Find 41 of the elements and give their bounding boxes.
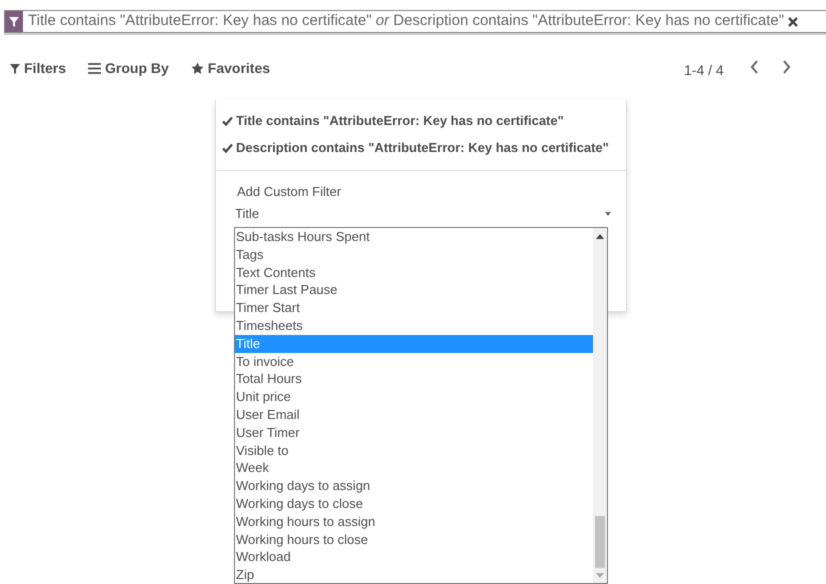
field-option[interactable]: Tags xyxy=(235,246,593,264)
search-bar[interactable]: Title contains "AttributeError: Key has no certificate" or Description contains "AttributeError: Key has no certificate" xyxy=(4,10,826,33)
field-option[interactable]: User Email xyxy=(235,406,593,424)
field-option[interactable]: Working days to assign xyxy=(235,477,593,495)
close-icon[interactable] xyxy=(788,16,798,26)
star-icon xyxy=(190,62,204,75)
field-option[interactable]: Total Hours xyxy=(235,370,593,388)
field-option[interactable]: Sub-tasks Hours Spent xyxy=(235,228,593,246)
field-option[interactable]: Workload xyxy=(235,548,593,566)
field-option[interactable]: Text Contents xyxy=(235,264,593,282)
scrollbar[interactable] xyxy=(593,228,607,583)
field-option[interactable]: Zip xyxy=(235,566,593,583)
field-option[interactable]: Working days to close xyxy=(235,494,593,513)
menu-icon xyxy=(88,63,102,74)
field-option[interactable]: User Timer xyxy=(235,424,593,442)
filter-option[interactable]: Description contains "AttributeError: Key has no certificate" xyxy=(216,134,626,161)
field-option[interactable]: Timer Last Pause xyxy=(235,281,593,300)
field-option[interactable]: Visible to xyxy=(235,442,593,460)
field-option[interactable]: Working hours to assign xyxy=(235,512,593,531)
search-facet-text: Title contains "AttributeError: Key has no certificate" or Description contains "AttributeError: Key has no certificate" xyxy=(27,11,784,32)
field-option[interactable]: To invoice xyxy=(235,352,593,370)
field-option[interactable]: Timesheets xyxy=(235,316,593,335)
field-options-menu[interactable] xyxy=(234,227,608,584)
field-option[interactable]: Week xyxy=(235,459,593,478)
filter-option[interactable]: Title contains "AttributeError: Key has no certificate" xyxy=(216,107,626,134)
scrollbar-thumb[interactable] xyxy=(595,516,605,568)
pager-text: 1-4 / 4 xyxy=(684,61,724,80)
field-select[interactable]: Title xyxy=(235,204,611,224)
next-page-button[interactable] xyxy=(782,60,791,74)
filter-icon xyxy=(10,64,20,74)
favorites-button[interactable]: Favorites xyxy=(190,58,270,79)
caret-icon xyxy=(605,212,611,216)
previous-page-button[interactable] xyxy=(750,60,759,74)
field-option[interactable]: Timer Start xyxy=(235,299,593,317)
filters-button[interactable]: Filters xyxy=(10,58,66,79)
scroll-up-icon[interactable] xyxy=(596,234,604,239)
field-option[interactable]: Working hours to close xyxy=(235,530,593,548)
add-custom-filter-label: Add Custom Filter xyxy=(237,183,342,201)
group-by-button[interactable]: Group By xyxy=(88,58,169,79)
facet-filter-icon xyxy=(5,11,23,32)
field-option[interactable]: Unit price xyxy=(235,388,593,406)
